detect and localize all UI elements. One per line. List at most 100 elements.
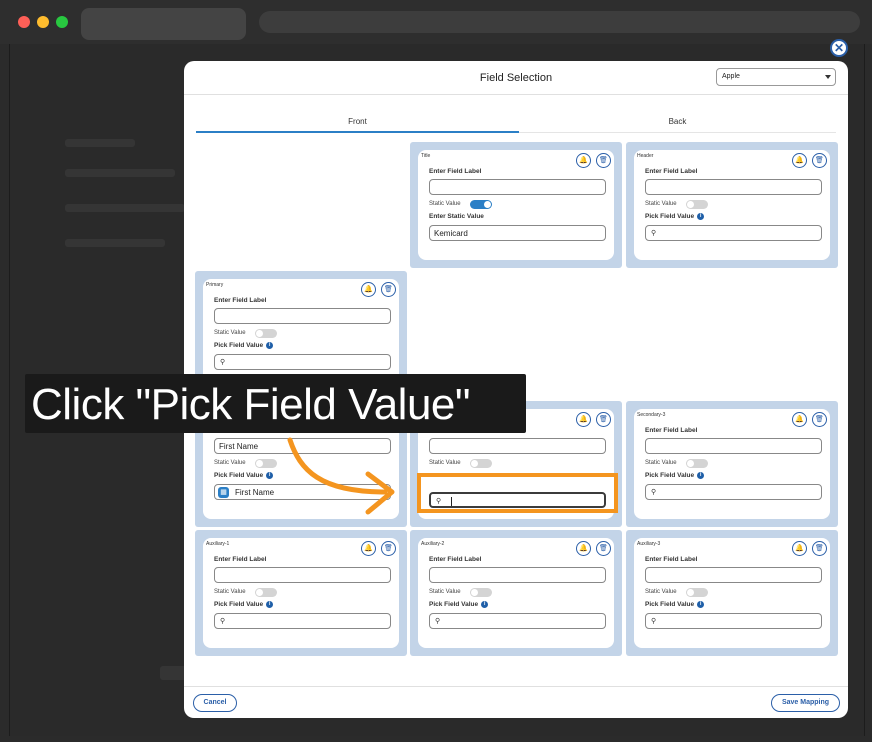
trash-icon[interactable]: 🗑: [596, 412, 611, 427]
bell-icon[interactable]: 🔔: [361, 282, 376, 297]
static-value-toggle[interactable]: [470, 588, 492, 597]
card-cell-auxiliary-3: Auxiliary-3 🔔 🗑 Enter Field Label Static…: [626, 530, 838, 656]
search-icon: ⚲: [220, 359, 226, 366]
window-minimize-dot[interactable]: [37, 16, 49, 28]
info-icon: i: [266, 342, 274, 349]
field-label-input[interactable]: [645, 179, 822, 195]
trash-icon[interactable]: 🗑: [812, 412, 827, 427]
search-icon: ⚲: [651, 489, 657, 496]
field-card: Title 🔔 🗑 Enter Field Label Static Value…: [418, 150, 614, 260]
pick-field-value-search[interactable]: ⚲: [429, 613, 606, 629]
static-value-input[interactable]: Kemicard: [429, 225, 606, 241]
bell-icon[interactable]: 🔔: [361, 541, 376, 556]
bell-icon[interactable]: 🔔: [792, 541, 807, 556]
field-label-input[interactable]: First Name: [214, 438, 391, 454]
trash-icon[interactable]: 🗑: [381, 541, 396, 556]
chevron-down-icon: [825, 75, 831, 79]
static-value-toggle[interactable]: [255, 588, 277, 597]
browser-tab[interactable]: [81, 8, 246, 40]
instruction-callout: Click "Pick Field Value": [25, 374, 526, 433]
field-label-input[interactable]: [645, 438, 822, 454]
enter-field-label-heading: Enter Field Label: [429, 556, 482, 563]
pick-field-value-label: Pick Field Value: [645, 213, 695, 221]
info-icon: i: [266, 601, 274, 608]
static-value-row: Static Value: [645, 459, 708, 468]
close-icon[interactable]: ✕: [830, 39, 848, 57]
static-value-label: Static Value: [429, 201, 461, 207]
field-label-input[interactable]: [429, 438, 606, 454]
search-icon: ⚲: [651, 618, 657, 625]
static-value-row: Static Value: [645, 588, 708, 597]
bell-icon[interactable]: 🔔: [792, 153, 807, 168]
pick-field-value-search[interactable]: ⚲: [645, 484, 822, 500]
field-card: Primary 🔔 🗑 Enter Field Label Static Val…: [203, 279, 399, 389]
card-cell-auxiliary-1: Auxiliary-1 🔔 🗑 Enter Field Label Static…: [195, 530, 407, 656]
static-value-label: Static Value: [214, 330, 246, 336]
field-type-icon: ▦: [218, 487, 229, 498]
card-tag: Auxiliary-2: [421, 541, 445, 547]
static-value-toggle[interactable]: [255, 329, 277, 338]
enter-static-value-heading: Enter Static Value: [429, 213, 484, 220]
search-icon: ⚲: [220, 618, 226, 625]
field-label-input[interactable]: [645, 567, 822, 583]
tab-back[interactable]: Back: [519, 113, 836, 133]
field-card: Auxiliary-1 🔔 🗑 Enter Field Label Static…: [203, 538, 399, 648]
static-value-toggle[interactable]: [470, 200, 492, 209]
enter-field-label-heading: Enter Field Label: [645, 556, 698, 563]
static-value-label: Static Value: [645, 460, 677, 466]
pick-field-value-search[interactable]: ⚲: [214, 354, 391, 370]
pick-field-value-heading: Pick Field Value i: [214, 342, 274, 350]
ghost-text: [65, 239, 165, 247]
static-value-row: Static Value: [429, 588, 492, 597]
highlight-box: [417, 473, 618, 513]
static-value-toggle[interactable]: [686, 588, 708, 597]
enter-field-label-heading: Enter Field Label: [645, 427, 698, 434]
pick-field-value-search[interactable]: ⚲: [645, 225, 822, 241]
template-select[interactable]: Apple: [716, 68, 836, 86]
window-zoom-dot[interactable]: [56, 16, 68, 28]
field-label-input[interactable]: [214, 567, 391, 583]
pick-field-value-heading: Pick Field Value i: [214, 472, 274, 480]
static-value-row: Static Value: [429, 200, 492, 209]
enter-field-label-heading: Enter Field Label: [645, 168, 698, 175]
bell-icon[interactable]: 🔔: [576, 153, 591, 168]
info-icon: i: [266, 472, 274, 479]
pick-field-value-heading: Pick Field Value i: [214, 601, 274, 608]
address-bar[interactable]: [259, 11, 860, 33]
modal-header: Field Selection Apple: [184, 61, 848, 95]
trash-icon[interactable]: 🗑: [812, 153, 827, 168]
bell-icon[interactable]: 🔔: [576, 541, 591, 556]
trash-icon[interactable]: 🗑: [381, 282, 396, 297]
static-value-label: Static Value: [214, 589, 246, 595]
field-card: Auxiliary-2 🔔 🗑 Enter Field Label Static…: [418, 538, 614, 648]
bell-icon[interactable]: 🔔: [792, 412, 807, 427]
pick-field-value-search[interactable]: ⚲: [214, 613, 391, 629]
static-value-toggle[interactable]: [686, 200, 708, 209]
search-icon: ⚲: [435, 618, 441, 625]
bell-icon[interactable]: 🔔: [576, 412, 591, 427]
static-value-toggle[interactable]: [470, 459, 492, 468]
static-value-toggle[interactable]: [255, 459, 277, 468]
pick-field-value-search[interactable]: ▦ First Name: [214, 484, 391, 500]
cancel-button[interactable]: Cancel: [193, 694, 237, 712]
field-label-input[interactable]: [214, 308, 391, 324]
field-label-input[interactable]: [429, 567, 606, 583]
pick-field-value-label: Pick Field Value: [214, 342, 264, 350]
pick-field-value-label: Pick Field Value: [214, 472, 264, 480]
template-select-value: Apple: [722, 73, 740, 80]
field-label-input[interactable]: [429, 179, 606, 195]
pick-field-value-search[interactable]: ⚲: [645, 613, 822, 629]
ghost-text: [65, 139, 135, 147]
pick-field-value-heading: Pick Field Value i: [645, 472, 705, 480]
pick-field-value-label: Pick Field Value: [645, 472, 695, 480]
save-mapping-button[interactable]: Save Mapping: [771, 694, 840, 712]
trash-icon[interactable]: 🗑: [596, 541, 611, 556]
static-value-toggle[interactable]: [686, 459, 708, 468]
static-value-label: Static Value: [429, 589, 461, 595]
trash-icon[interactable]: 🗑: [596, 153, 611, 168]
trash-icon[interactable]: 🗑: [812, 541, 827, 556]
field-card: Auxiliary-3 🔔 🗑 Enter Field Label Static…: [634, 538, 830, 648]
window-close-dot[interactable]: [18, 16, 30, 28]
tab-front[interactable]: Front: [196, 113, 519, 133]
enter-field-label-heading: Enter Field Label: [429, 168, 482, 175]
